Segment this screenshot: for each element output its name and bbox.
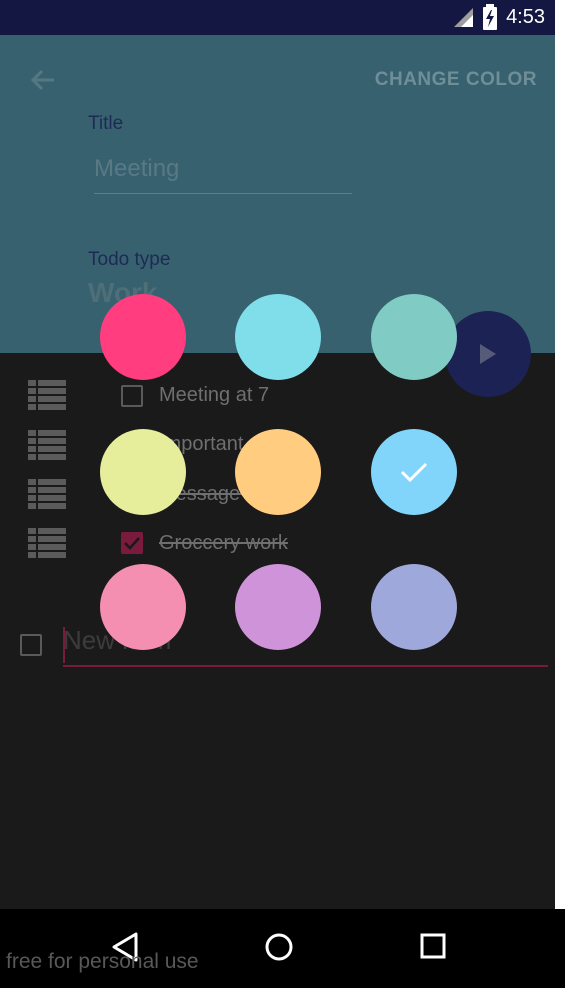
list-icon: [28, 528, 66, 558]
color-swatch[interactable]: [100, 429, 186, 515]
back-button[interactable]: [26, 63, 60, 97]
change-color-button[interactable]: CHANGE COLOR: [375, 69, 537, 91]
todo-type-label: Todo type: [88, 249, 171, 270]
color-swatch[interactable]: [371, 564, 457, 650]
list-item-text: Groccery work: [159, 532, 288, 554]
color-swatch[interactable]: [235, 429, 321, 515]
item-checkbox-checked[interactable]: [121, 532, 143, 554]
navigation-bar: [0, 909, 565, 988]
check-icon: [400, 462, 428, 483]
title-label: Title: [88, 113, 124, 134]
play-icon: [480, 344, 496, 364]
list-icon: [28, 479, 66, 509]
play-fab[interactable]: [445, 311, 531, 397]
list-icon: [28, 430, 66, 460]
arrow-back-icon: [30, 69, 54, 91]
list-item-text: Meeting at 7: [159, 384, 270, 406]
new-item-checkbox[interactable]: [20, 634, 42, 656]
color-swatch[interactable]: [371, 294, 457, 380]
watermark: free for personal use: [6, 950, 199, 973]
title-input[interactable]: Meeting: [94, 155, 352, 194]
item-checkbox[interactable]: [121, 385, 143, 407]
battery-icon: [483, 4, 498, 30]
color-swatch[interactable]: [100, 294, 186, 380]
list-icon: [28, 380, 66, 410]
check-icon: [124, 537, 140, 550]
signal-icon: [454, 8, 474, 27]
color-swatch[interactable]: [100, 564, 186, 650]
color-swatch[interactable]: [235, 294, 321, 380]
status-bar: 4:53: [0, 0, 555, 35]
color-swatch-selected[interactable]: [371, 429, 457, 515]
color-swatch[interactable]: [235, 564, 321, 650]
nav-home-icon[interactable]: [264, 932, 294, 962]
nav-recents-icon[interactable]: [420, 933, 446, 959]
status-icons: 4:53: [452, 4, 545, 30]
status-time: 4:53: [506, 5, 545, 28]
text-cursor: [63, 627, 65, 663]
